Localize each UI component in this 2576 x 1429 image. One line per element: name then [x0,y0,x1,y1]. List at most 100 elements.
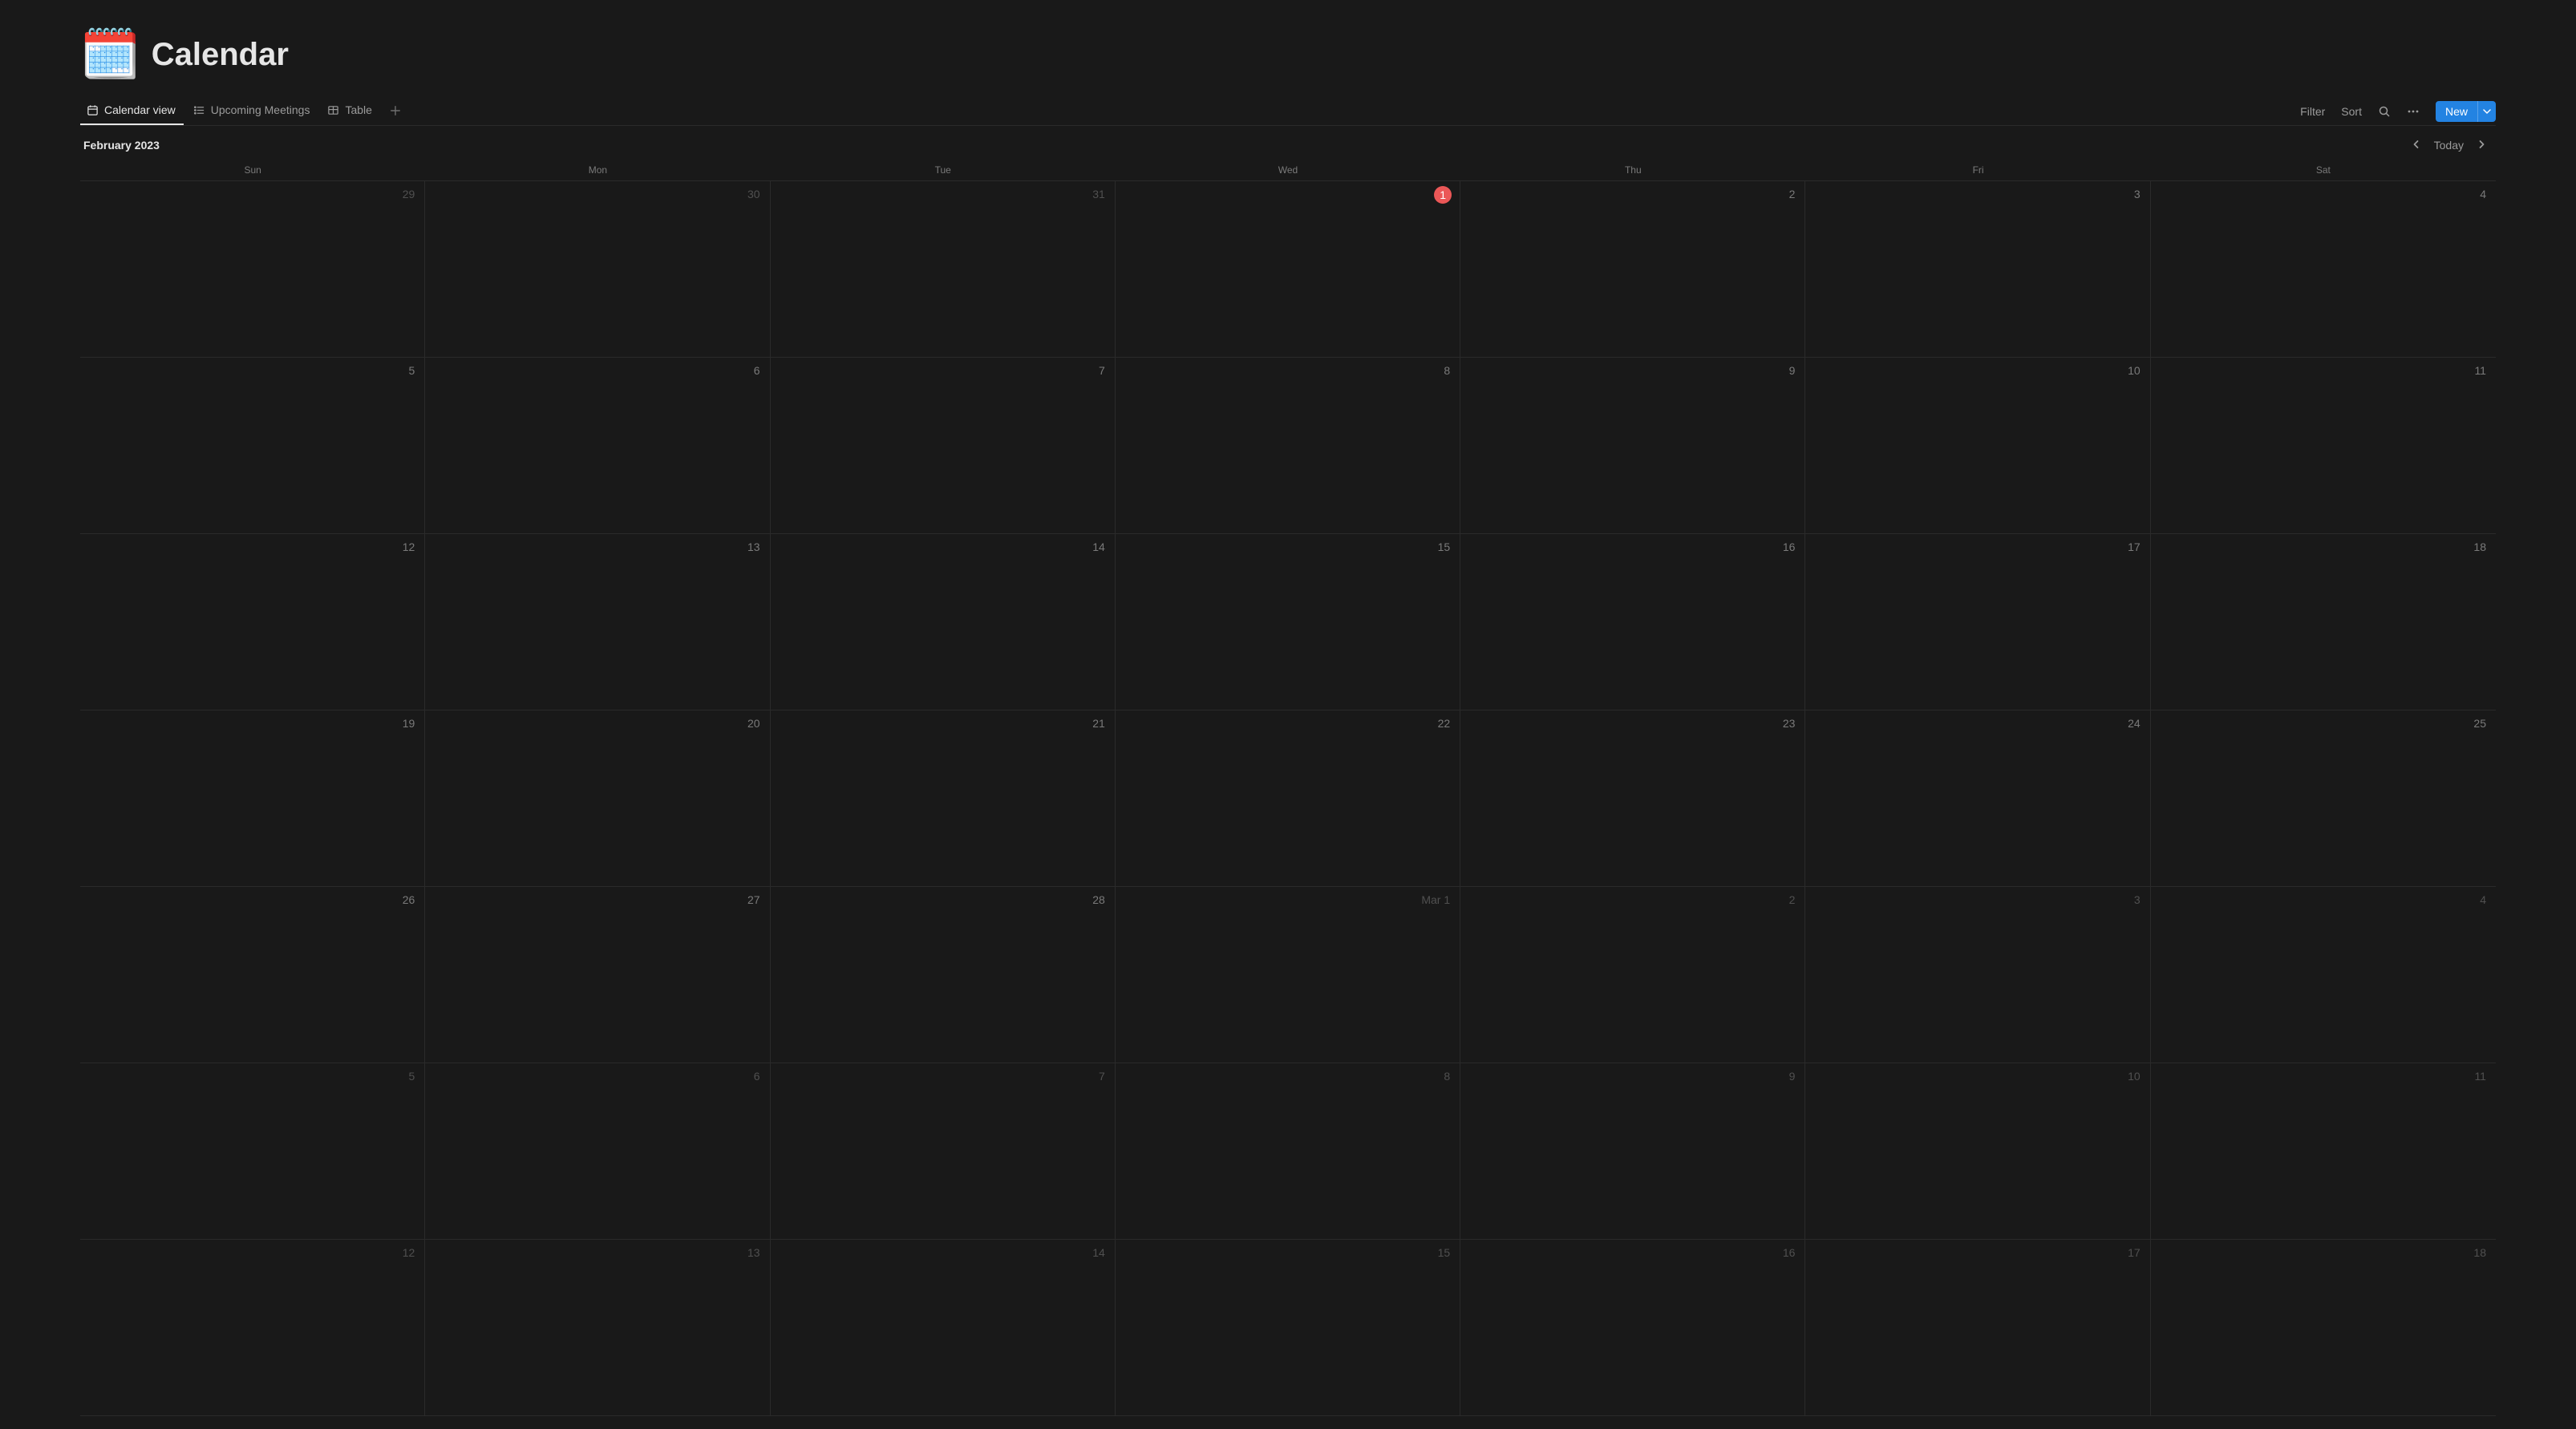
day-cell[interactable]: 15 [1116,534,1460,710]
date-number: 30 [747,188,760,200]
date-number: 3 [2134,188,2141,200]
date-number: 4 [2480,893,2486,906]
day-cell[interactable]: 1 [1116,181,1460,357]
date-number: 12 [403,540,415,553]
weekday-header: Thu [1460,160,1805,180]
date-number: 3 [2134,893,2141,906]
day-cell[interactable]: 22 [1116,710,1460,886]
date-number: 17 [2128,1246,2141,1259]
day-cell[interactable]: 11 [2151,1063,2496,1239]
date-number: Mar 1 [1421,893,1450,906]
date-number: 11 [2474,364,2486,377]
day-cell[interactable]: 8 [1116,1063,1460,1239]
tab-upcoming[interactable]: Upcoming Meetings [187,98,318,125]
date-number: 14 [1092,1246,1105,1259]
date-number: 27 [747,893,760,906]
day-cell[interactable]: 16 [1460,1240,1805,1415]
search-icon [2378,105,2391,118]
tab-label: Table [345,103,371,116]
today-button[interactable]: Today [2428,137,2470,153]
day-cell[interactable]: 4 [2151,181,2496,357]
date-number: 23 [1783,717,1796,730]
day-cell[interactable]: 20 [425,710,770,886]
date-number: 20 [747,717,760,730]
tab-calendar[interactable]: Calendar view [80,98,184,125]
day-cell[interactable]: 18 [2151,534,2496,710]
day-cell[interactable]: 21 [771,710,1116,886]
more-options-button[interactable] [2400,102,2426,121]
day-cell[interactable]: 13 [425,534,770,710]
day-cell[interactable]: Mar 1 [1116,887,1460,1063]
date-number: 19 [403,717,415,730]
day-cell[interactable]: 17 [1805,534,2150,710]
day-cell[interactable]: 7 [771,1063,1116,1239]
date-number: 31 [1092,188,1105,200]
chevron-right-icon [2477,139,2486,152]
date-number: 5 [408,364,415,377]
chevron-down-icon [2483,105,2491,118]
date-number: 4 [2480,188,2486,200]
sort-button[interactable]: Sort [2335,102,2368,121]
date-number: 11 [2474,1070,2486,1083]
day-cell[interactable]: 28 [771,887,1116,1063]
search-button[interactable] [2371,102,2397,121]
day-cell[interactable]: 2 [1460,887,1805,1063]
day-cell[interactable]: 14 [771,534,1116,710]
day-cell[interactable]: 12 [80,1240,425,1415]
page-icon[interactable]: 🗓️ [80,30,140,79]
day-cell[interactable]: 9 [1460,1063,1805,1239]
day-cell[interactable]: 24 [1805,710,2150,886]
day-cell[interactable]: 6 [425,358,770,533]
week-row: 29 30 31 12 3 4 [80,181,2496,358]
prev-month-button[interactable] [2405,137,2428,153]
day-cell[interactable]: 30 [425,181,770,357]
date-number: 22 [1438,717,1451,730]
new-button-dropdown[interactable] [2477,101,2496,122]
day-cell[interactable]: 9 [1460,358,1805,533]
day-cell[interactable]: 29 [80,181,425,357]
day-cell[interactable]: 6 [425,1063,770,1239]
day-cell[interactable]: 27 [425,887,770,1063]
day-cell[interactable]: 18 [2151,1240,2496,1415]
day-cell[interactable]: 7 [771,358,1116,533]
day-cell[interactable]: 2 [1460,181,1805,357]
new-button[interactable]: New [2436,101,2477,122]
week-row: 1213 14 1516 17 18 [80,1240,2496,1416]
page-title[interactable]: Calendar [152,37,289,73]
date-number: 8 [1444,364,1450,377]
date-number: 2 [1789,893,1796,906]
day-cell[interactable]: 15 [1116,1240,1460,1415]
day-cell[interactable]: 4 [2151,887,2496,1063]
day-cell[interactable]: 13 [425,1240,770,1415]
day-cell[interactable]: 3 [1805,181,2150,357]
day-cell[interactable]: 8 [1116,358,1460,533]
date-number: 25 [2473,717,2486,730]
day-cell[interactable]: 12 [80,534,425,710]
day-cell[interactable]: 25 [2151,710,2496,886]
day-cell[interactable]: 5 [80,358,425,533]
add-view-button[interactable] [383,100,407,123]
date-number: 28 [1092,893,1105,906]
calendar-subheader: February 2023 Today [80,126,2496,160]
day-cell[interactable]: 16 [1460,534,1805,710]
calendar-grid[interactable]: 2930311234567891011121314151617181920212… [80,181,2496,1429]
filter-button[interactable]: Filter [2294,102,2331,121]
date-number: 5 [408,1070,415,1083]
date-number: 10 [2128,364,2141,377]
weekday-header: Fri [1805,160,2150,180]
day-cell[interactable]: 14 [771,1240,1116,1415]
day-cell[interactable]: 17 [1805,1240,2150,1415]
day-cell[interactable]: 10 [1805,358,2150,533]
day-cell[interactable]: 10 [1805,1063,2150,1239]
day-cell[interactable]: 26 [80,887,425,1063]
day-cell[interactable]: 19 [80,710,425,886]
next-month-button[interactable] [2470,137,2493,153]
day-cell[interactable]: 31 [771,181,1116,357]
day-cell[interactable]: 23 [1460,710,1805,886]
day-cell[interactable]: 3 [1805,887,2150,1063]
date-number: 6 [754,364,760,377]
tab-table[interactable]: Table [321,98,379,125]
day-cell[interactable]: 11 [2151,358,2496,533]
day-cell[interactable]: 5 [80,1063,425,1239]
tab-label: Calendar view [104,103,176,116]
